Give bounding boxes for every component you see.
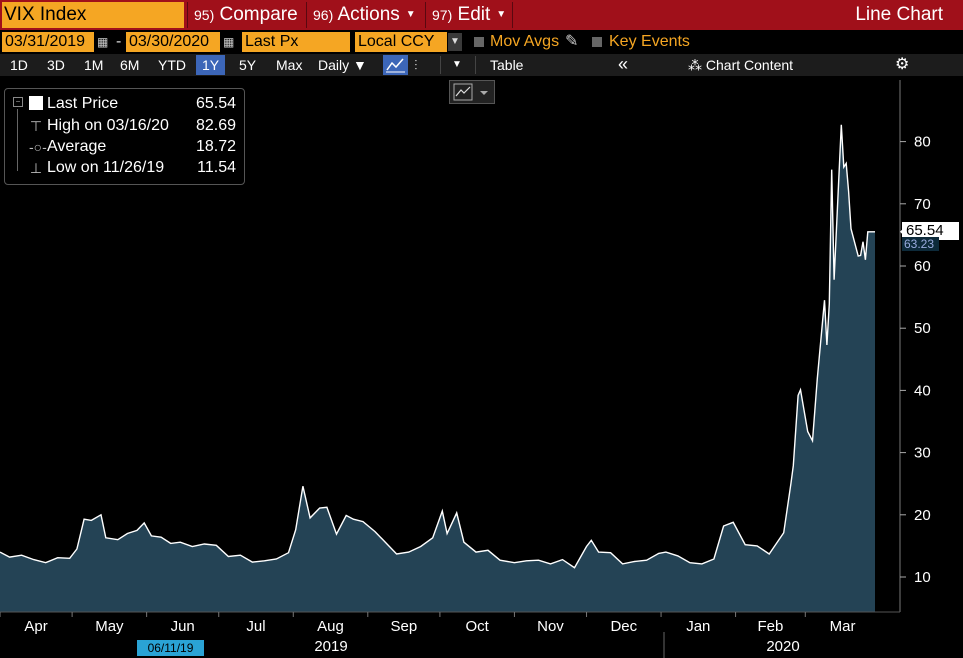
compare-shortcut: 95)	[194, 7, 215, 23]
mov-avgs-checkbox[interactable]	[474, 37, 484, 47]
y-tick-label: 50	[914, 320, 931, 337]
chevron-down-icon: ▼	[405, 9, 416, 20]
x-tick-label-jul: Jul	[246, 618, 265, 635]
range-1y[interactable]: 1Y	[196, 55, 226, 75]
parameter-bar: 03/31/2019 ▦ - 03/30/2020 ▦ Last Px Loca…	[0, 30, 963, 54]
legend-panel: − Last Price 65.54 ⊤ High on 03/16/20 82…	[4, 88, 245, 185]
range-3d[interactable]: 3D	[47, 55, 65, 75]
calendar-icon[interactable]: ▦	[97, 34, 109, 50]
range-1m[interactable]: 1M	[84, 55, 103, 75]
x-tick-label-oct: Oct	[465, 618, 489, 635]
cursor-date-tag: 06/11/19	[137, 640, 204, 656]
year-label-2020: 2020	[766, 638, 799, 655]
collapse-icon[interactable]: «	[618, 55, 628, 75]
key-events-label[interactable]: Key Events	[609, 32, 690, 52]
calendar-icon[interactable]: ▦	[223, 34, 235, 50]
title-divider	[512, 2, 513, 28]
price-field-select[interactable]: Last Px	[242, 32, 350, 52]
x-tick-label-dec: Dec	[610, 618, 637, 635]
legend-avg-label: Average	[47, 138, 107, 155]
bar-chart-icon[interactable]: ⫶	[414, 55, 418, 75]
range-5y[interactable]: 5Y	[239, 55, 256, 75]
table-button[interactable]: Table	[490, 55, 523, 75]
legend-last-label: Last Price	[47, 95, 119, 112]
legend-last-value: 65.54	[195, 95, 236, 112]
high-marker-icon: ⊤	[29, 118, 43, 134]
frequency-select[interactable]: Daily ▼	[318, 55, 367, 75]
x-tick-label-feb: Feb	[758, 618, 784, 635]
y-tick-label: 70	[914, 196, 931, 213]
key-events-checkbox[interactable]	[592, 37, 602, 47]
y-tick-label: 60	[914, 258, 931, 275]
chevron-down-icon: ▼	[496, 9, 507, 20]
x-tick-label-jan: Jan	[686, 618, 710, 635]
legend-low-value: 11.54	[197, 159, 236, 176]
edit-label: Edit	[457, 4, 491, 26]
y-tick-label: 20	[914, 507, 931, 524]
toolbar-divider	[440, 56, 441, 74]
x-tick-label-apr: Apr	[24, 618, 47, 635]
x-tick-label-jun: Jun	[171, 618, 195, 635]
line-chart-icon[interactable]	[383, 55, 408, 75]
legend-high-label: High on 03/16/20	[47, 117, 169, 134]
actions-shortcut: 96)	[313, 7, 334, 24]
range-ytd[interactable]: YTD	[158, 55, 186, 75]
actions-label: Actions	[337, 4, 400, 26]
title-bar: VIX Index 95) Compare 96) Actions ▼ 97) E…	[0, 0, 963, 30]
line-chart-icon	[453, 83, 488, 101]
toolbar-divider	[475, 56, 476, 74]
low-marker-icon: ⊥	[29, 160, 43, 176]
chart-type-label[interactable]: Line Chart	[855, 2, 943, 28]
end-date-field[interactable]: 03/30/2020	[126, 32, 220, 52]
legend-avg-value: 18.72	[195, 138, 236, 155]
range-1d[interactable]: 1D	[10, 55, 28, 75]
edit-button[interactable]: 97) Edit ▼	[425, 2, 506, 28]
x-tick-label-sep: Sep	[390, 618, 417, 635]
y-tick-label: 80	[914, 134, 931, 151]
range-6m[interactable]: 6M	[120, 55, 139, 75]
currency-select[interactable]: Local CCY	[355, 32, 447, 52]
mov-avgs-label[interactable]: Mov Avgs	[490, 32, 559, 52]
actions-button[interactable]: 96) Actions ▼	[306, 2, 416, 28]
compare-button[interactable]: 95) Compare	[187, 2, 298, 28]
y-tick-label: 30	[914, 445, 931, 462]
edit-shortcut: 97)	[432, 7, 453, 24]
range-max[interactable]: Max	[276, 55, 302, 75]
line-chart-glyph	[386, 58, 405, 73]
y-tick-label: 40	[914, 382, 931, 399]
chart-style-button[interactable]	[449, 80, 495, 104]
date-range-dash: -	[116, 33, 122, 50]
pencil-icon[interactable]: ✎	[565, 32, 578, 52]
year-label-2019: 2019	[314, 638, 347, 655]
gear-icon[interactable]: ⚙	[895, 55, 909, 75]
y-tick-label: 10	[914, 569, 931, 586]
chevron-down-icon[interactable]: ▼	[448, 33, 462, 51]
x-tick-label-aug: Aug	[317, 618, 344, 635]
legend-tree-line	[17, 109, 18, 171]
legend-low-label: Low on 11/26/19	[47, 159, 165, 176]
x-tick-label-nov: Nov	[537, 618, 564, 635]
average-marker-icon: -○-	[29, 139, 47, 155]
chart-content-button[interactable]: ⁂ Chart Content	[688, 55, 793, 75]
x-tick-label-may: May	[95, 618, 124, 635]
chevron-down-icon[interactable]: ▼	[452, 55, 462, 75]
secondary-price-badge: 63.23	[902, 237, 939, 251]
range-toolbar: 1D 3D 1M 6M YTD 1Y 5Y Max Daily ▼ ⫶ ▼ Ta…	[0, 54, 963, 76]
chart-content-label: Chart Content	[705, 57, 794, 73]
series-color-swatch	[29, 96, 43, 110]
ticker-field[interactable]: VIX Index	[2, 2, 184, 28]
collapse-legend-icon[interactable]: −	[13, 97, 23, 107]
start-date-field[interactable]: 03/31/2019	[2, 32, 94, 52]
chart-content-icon: ⁂	[688, 57, 706, 73]
compare-label: Compare	[219, 4, 298, 25]
x-tick-label-mar: Mar	[830, 618, 856, 635]
legend-high-value: 82.69	[195, 117, 236, 134]
